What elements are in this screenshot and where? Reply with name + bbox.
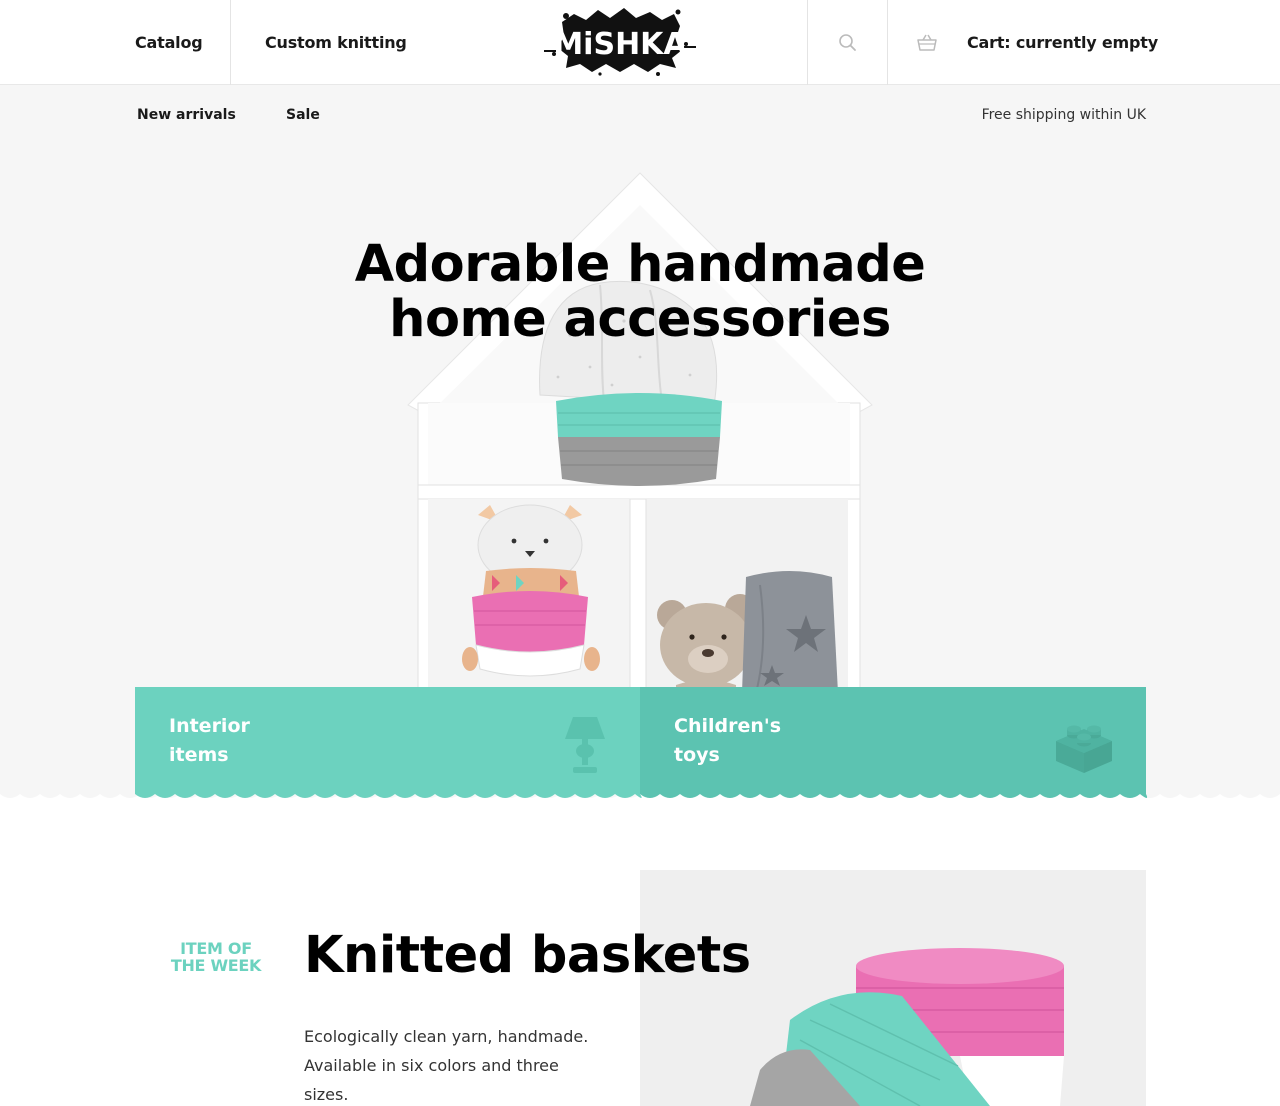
cart-cell: Cart: currently empty (967, 0, 1158, 85)
item-of-the-week-section: Item of the week Knitted baskets Ecologi… (0, 802, 1280, 1106)
header-divider (230, 0, 231, 85)
nav-catalog-link[interactable]: Catalog (135, 33, 203, 52)
category-label-line-1: Children's (674, 715, 782, 737)
product-photo (640, 870, 1146, 1106)
category-label-line-2: toys (674, 744, 720, 766)
shipping-note: Free shipping within UK (981, 107, 1146, 123)
hero-title-line-1: Adorable handmade (354, 235, 926, 294)
knitted-basket-image (750, 948, 1064, 1106)
logo-text: MiSHKA (553, 27, 687, 62)
search-icon (838, 33, 856, 51)
site-logo[interactable]: MiSHKA (540, 4, 700, 76)
cart-link[interactable]: Cart: currently empty (967, 33, 1158, 52)
product-title: Knitted baskets (304, 926, 751, 985)
subnav-sale-link[interactable]: Sale (286, 107, 320, 123)
hero-title-line-2: home accessories (389, 290, 891, 349)
hero-section: New arrivals Sale Free shipping within U… (0, 85, 1280, 800)
site-header: Catalog Custom knitting MiSHKA Cart: cur… (0, 0, 1280, 85)
search-button[interactable] (808, 0, 887, 85)
category-label-line-1: Interior (169, 715, 250, 737)
header-divider (887, 0, 888, 85)
category-tile-childrens-toys[interactable]: Children's toys (640, 687, 1146, 800)
cart-icon-button[interactable] (912, 0, 942, 85)
wavy-divider (0, 786, 1280, 802)
item-of-the-week-kicker: Item of the week (160, 940, 272, 974)
lamp-icon (565, 717, 605, 773)
category-label-line-2: items (169, 744, 229, 766)
toy-block-icon (1056, 725, 1112, 773)
basket-icon (917, 34, 937, 51)
sub-navigation: New arrivals Sale Free shipping within U… (0, 85, 1280, 147)
logo-graphic: MiSHKA (544, 8, 696, 76)
nav-custom-knitting-link[interactable]: Custom knitting (265, 33, 407, 52)
product-description: Ecologically clean yarn, handmade. Avail… (304, 1027, 589, 1104)
subnav-new-arrivals-link[interactable]: New arrivals (137, 107, 236, 123)
nav-catalog-cell: Catalog (135, 0, 203, 85)
kicker-line-2: the week (170, 956, 262, 975)
category-label: Interior items (169, 712, 289, 770)
category-tile-interior[interactable]: Interior items (135, 687, 640, 800)
category-label: Children's toys (674, 712, 794, 770)
hero-title: Adorable handmade home accessories (0, 237, 1280, 347)
nav-custom-cell: Custom knitting (265, 0, 407, 85)
